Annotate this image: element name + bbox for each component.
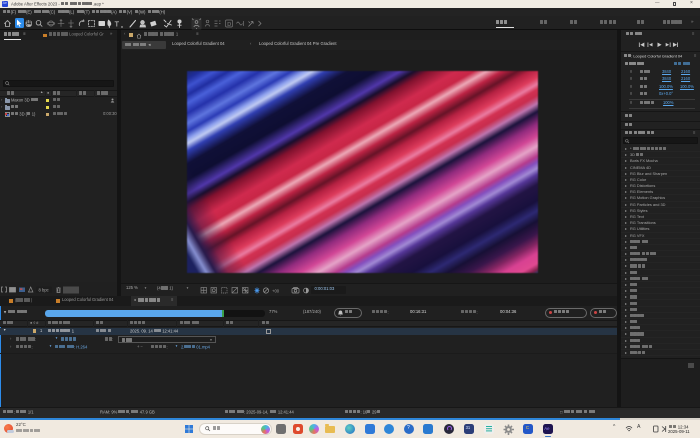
- svg-text:D: D: [227, 22, 231, 28]
- svg-text:T: T: [115, 20, 120, 29]
- svg-text:8 bpc: 8 bpc: [39, 288, 49, 293]
- svg-text:+00: +00: [272, 288, 280, 293]
